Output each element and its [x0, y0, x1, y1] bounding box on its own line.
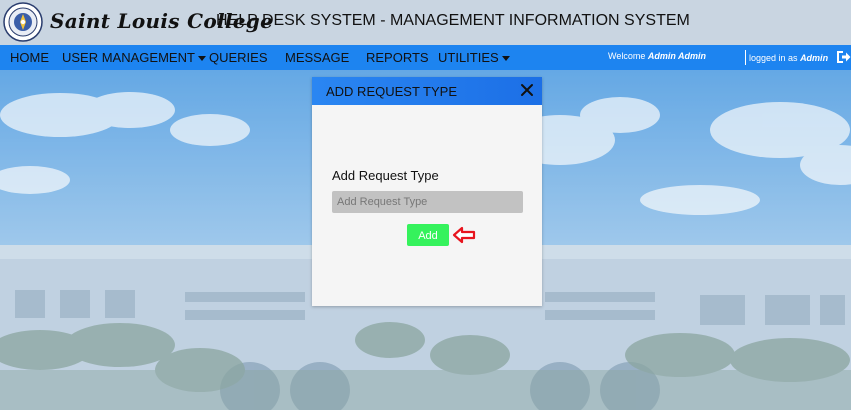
- app-header: Saint Louis College HELP DESK SYSTEM - M…: [0, 0, 851, 45]
- nav-item-utilities[interactable]: UTILITIES: [438, 45, 510, 70]
- close-icon[interactable]: [520, 82, 534, 98]
- welcome-user-name: Admin Admin: [647, 51, 707, 61]
- nav-item-queries[interactable]: QUERIES: [209, 45, 268, 70]
- nav-item-user-management[interactable]: USER MANAGEMENT: [62, 45, 206, 70]
- nav-item-label: UTILITIES: [438, 50, 499, 65]
- nav-item-label: QUERIES: [209, 50, 268, 65]
- nav-item-label: MESSAGE: [285, 50, 350, 65]
- nav-item-home[interactable]: HOME: [10, 45, 49, 70]
- logged-user: Admin: [800, 53, 829, 63]
- nav-item-reports[interactable]: REPORTS: [366, 45, 429, 70]
- system-title: HELP DESK SYSTEM - MANAGEMENT INFORMATIO…: [216, 12, 690, 29]
- nav-divider: [745, 50, 746, 65]
- add-button[interactable]: Add: [407, 224, 449, 246]
- logged-prefix: logged in as: [749, 53, 798, 63]
- add-request-type-modal: ADD REQUEST TYPE Add Request Type Add: [312, 77, 542, 306]
- caret-down-icon: [501, 56, 510, 62]
- nav-item-label: REPORTS: [366, 50, 429, 65]
- request-type-label: Add Request Type: [332, 168, 439, 183]
- modal-header: ADD REQUEST TYPE: [312, 77, 542, 105]
- nav-item-label: HOME: [10, 50, 49, 65]
- nav-item-message[interactable]: MESSAGE: [285, 45, 349, 70]
- nav-item-label: USER MANAGEMENT: [62, 50, 195, 65]
- welcome-prefix: Welcome: [608, 51, 646, 61]
- logout-icon[interactable]: [836, 49, 851, 65]
- modal-title: ADD REQUEST TYPE: [326, 84, 457, 99]
- caret-down-icon: [197, 56, 206, 62]
- college-seal-icon: [3, 2, 43, 42]
- request-type-input[interactable]: [332, 191, 523, 213]
- welcome-text: Welcome Admin Admin: [608, 45, 706, 67]
- red-left-arrow-icon: [452, 226, 476, 244]
- main-nav: HOME USER MANAGEMENT QUERIES MESSAGE REP…: [0, 45, 851, 70]
- logged-in-text: logged in as Admin: [749, 47, 828, 69]
